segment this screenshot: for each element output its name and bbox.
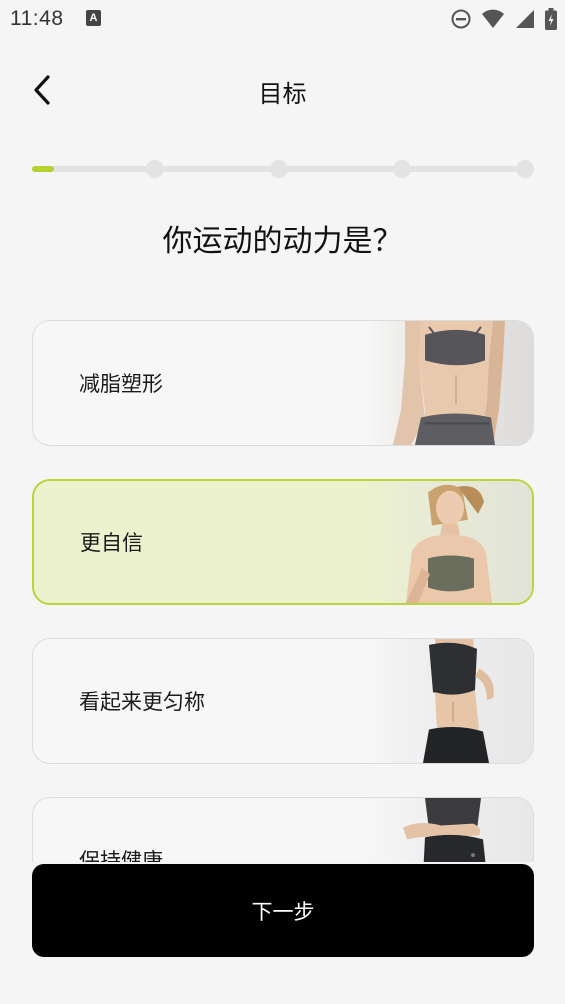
progress-stepper (32, 160, 534, 178)
fitness-woman-back-photo (363, 798, 533, 862)
progress-step-dot (269, 160, 288, 178)
option-label: 看起来更匀称 (79, 690, 205, 714)
fitness-woman-portrait-photo (362, 481, 532, 603)
progress-step-dot (516, 160, 534, 178)
header: 目标 (0, 60, 565, 120)
page-title: 目标 (258, 80, 307, 108)
do-not-disturb-icon (451, 9, 471, 29)
a-notification-icon: A (86, 10, 101, 26)
progress-step-dot (146, 160, 165, 178)
progress-step-dot (392, 160, 411, 178)
options-list: 减脂塑形 更自信 看起来更匀称 保持健康 (32, 320, 534, 862)
option-card[interactable]: 减脂塑形 (32, 320, 534, 446)
status-icons (451, 6, 557, 32)
wifi-icon (482, 9, 504, 28)
question-heading: 你运动的动力是？ (162, 224, 403, 259)
status-time: 11:48 (10, 7, 64, 30)
fitness-woman-abs-photo (363, 321, 533, 445)
battery-icon (545, 8, 557, 30)
cellular-signal-icon (516, 10, 534, 28)
option-card[interactable]: 保持健康 (32, 797, 534, 862)
option-label: 减脂塑形 (79, 372, 163, 396)
fitness-woman-waist-photo (363, 639, 533, 763)
option-card[interactable]: 看起来更匀称 (32, 638, 534, 764)
option-label: 更自信 (80, 531, 143, 555)
next-button[interactable]: 下一步 (32, 864, 534, 957)
option-card-selected[interactable]: 更自信 (32, 479, 534, 605)
progress-fill (32, 166, 54, 172)
status-bar: 11:48 A (0, 0, 565, 38)
option-label: 保持健康 (79, 849, 163, 862)
